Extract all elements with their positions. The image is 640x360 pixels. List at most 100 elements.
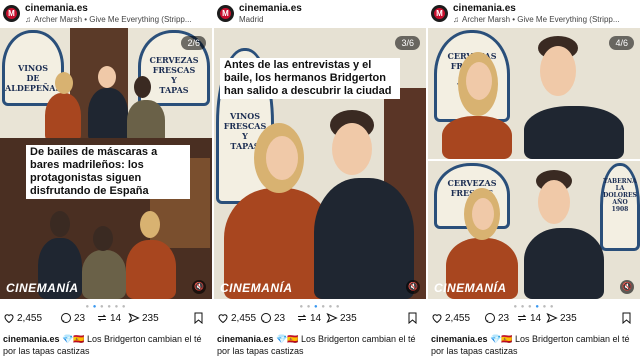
share-count: 235 [560,313,577,324]
comment-button[interactable]: 23 [484,312,509,324]
post-media[interactable]: CERVEZAS FRESCAS Y TAPAS CERVEZAS FRESCA… [428,28,640,299]
tile-sign-taberna: TABERNA LA DOLORES AÑO 1908 [600,163,640,251]
comment-button[interactable]: 23 [260,312,285,324]
slide-counter: 4/6 [609,36,634,50]
carousel-dots: ● ● ● ● ● ● [513,304,555,310]
repost-icon [97,314,107,322]
bookmark-icon [194,312,203,325]
action-bar: 2,455 23 14 235 [0,312,212,330]
tile-text: VINOS [229,111,260,121]
username[interactable]: cinemania.es [453,3,516,14]
image-divider [428,159,640,161]
like-button[interactable]: 2,455 [3,312,42,324]
repost-count: 14 [310,313,322,324]
comment-icon [485,313,495,323]
share-button[interactable]: 235 [128,312,159,324]
tile-text: CERVEZAS [149,55,199,65]
post-media[interactable]: VINOS FRESCAS Y TAPAS Antes de las entre… [214,28,426,299]
person-head [140,211,160,238]
person-face [266,136,298,180]
like-button[interactable]: 2,455 [431,312,470,324]
caption-emoji: 💎🇪🇸 [62,334,85,344]
carousel-dots: ● ● ● ● ● ● [299,304,341,310]
location-label[interactable]: Madrid [239,15,424,24]
mute-icon[interactable]: 🔇 [406,280,420,294]
person [88,88,128,143]
tile-text: FRESCAS [152,65,196,75]
person-head [50,211,70,237]
audio-subline[interactable]: ♫ Archer Marsh • Give Me Everything (Stri… [25,15,210,24]
person [314,178,414,299]
bookmark-button[interactable] [193,312,206,325]
caption-username[interactable]: cinemania.es [217,334,274,344]
caption-username[interactable]: cinemania.es [431,334,488,344]
audio-label: Archer Marsh • Give Me Everything (Strip… [34,15,192,24]
comment-button[interactable]: 23 [60,312,85,324]
send-icon [326,312,338,324]
person-face [538,180,570,224]
post-header: M cinemania.es ♫ Archer Marsh • Give Me E… [428,0,640,28]
person [82,250,126,299]
repost-button[interactable]: 14 [296,312,321,324]
post-card: M cinemania.es ♫ Archer Marsh • Give Me E… [428,0,640,360]
post-card: M cinemania.es ♫ Archer Marsh • Give Me E… [0,0,212,360]
comment-icon [261,313,271,323]
person [524,106,624,159]
person [126,240,176,299]
carousel-dots: ● ● ● ● ● ● [85,304,127,310]
comment-count: 23 [74,313,86,324]
person-face [472,198,494,230]
comment-icon [61,313,71,323]
repost-button[interactable]: 14 [96,312,121,324]
person-head [98,66,116,88]
tile-text: CERVEZAS [447,178,497,188]
person [45,93,81,143]
share-button[interactable]: 235 [546,312,577,324]
username[interactable]: cinemania.es [239,3,302,14]
mute-icon[interactable]: 🔇 [620,280,634,294]
tile-text: DOLORES [603,192,637,199]
bookmark-button[interactable] [407,312,420,325]
comment-count: 23 [498,313,510,324]
person [524,228,604,299]
slide-counter: 2/6 [181,36,206,50]
music-note-icon: ♫ [25,15,31,24]
caption-emoji: 💎🇪🇸 [490,334,513,344]
person-head [134,76,151,98]
bookmark-icon [622,312,631,325]
music-note-icon: ♫ [453,15,459,24]
action-bar: 2,455 23 14 235 [214,312,426,330]
post-header: M cinemania.es Madrid [214,0,426,28]
bookmark-icon [408,312,417,325]
mute-icon[interactable]: 🔇 [192,280,206,294]
person-face [466,62,492,100]
caption-username[interactable]: cinemania.es [3,334,60,344]
audio-subline[interactable]: ♫ Archer Marsh • Give Me Everything (Stri… [453,15,638,24]
tile-text: TABERNA [603,178,637,185]
person-face [540,46,576,96]
like-count: 2,455 [231,313,257,324]
heart-icon [4,314,14,324]
overlay-caption: Antes de las entrevistas y el baile, los… [220,58,400,99]
bookmark-button[interactable] [621,312,634,325]
tile-text: DE [26,73,40,83]
avatar[interactable]: M [431,5,448,22]
share-button[interactable]: 235 [326,312,357,324]
slide-counter: 3/6 [395,36,420,50]
like-button[interactable]: 2,455 [217,312,256,324]
post-header: M cinemania.es ♫ Archer Marsh • Give Me E… [0,0,212,28]
avatar[interactable]: M [3,5,20,22]
tile-text: LA [615,185,625,192]
person-head [93,226,113,251]
action-bar: 2,455 23 14 235 [428,312,640,330]
send-icon [546,312,558,324]
post-caption: cinemania.es 💎🇪🇸 Los Bridgerton cambian … [431,333,636,357]
tile-text: Y [171,75,177,85]
username[interactable]: cinemania.es [25,3,88,14]
repost-button[interactable]: 14 [516,312,541,324]
avatar[interactable]: M [217,5,234,22]
repost-icon [517,314,527,322]
post-media[interactable]: VINOS DE ALDEPEÑAS CERVEZAS FRESCAS Y TA… [0,28,212,299]
caption-emoji: 💎🇪🇸 [276,334,299,344]
brand-logo: CINEMANÍA [220,281,293,295]
